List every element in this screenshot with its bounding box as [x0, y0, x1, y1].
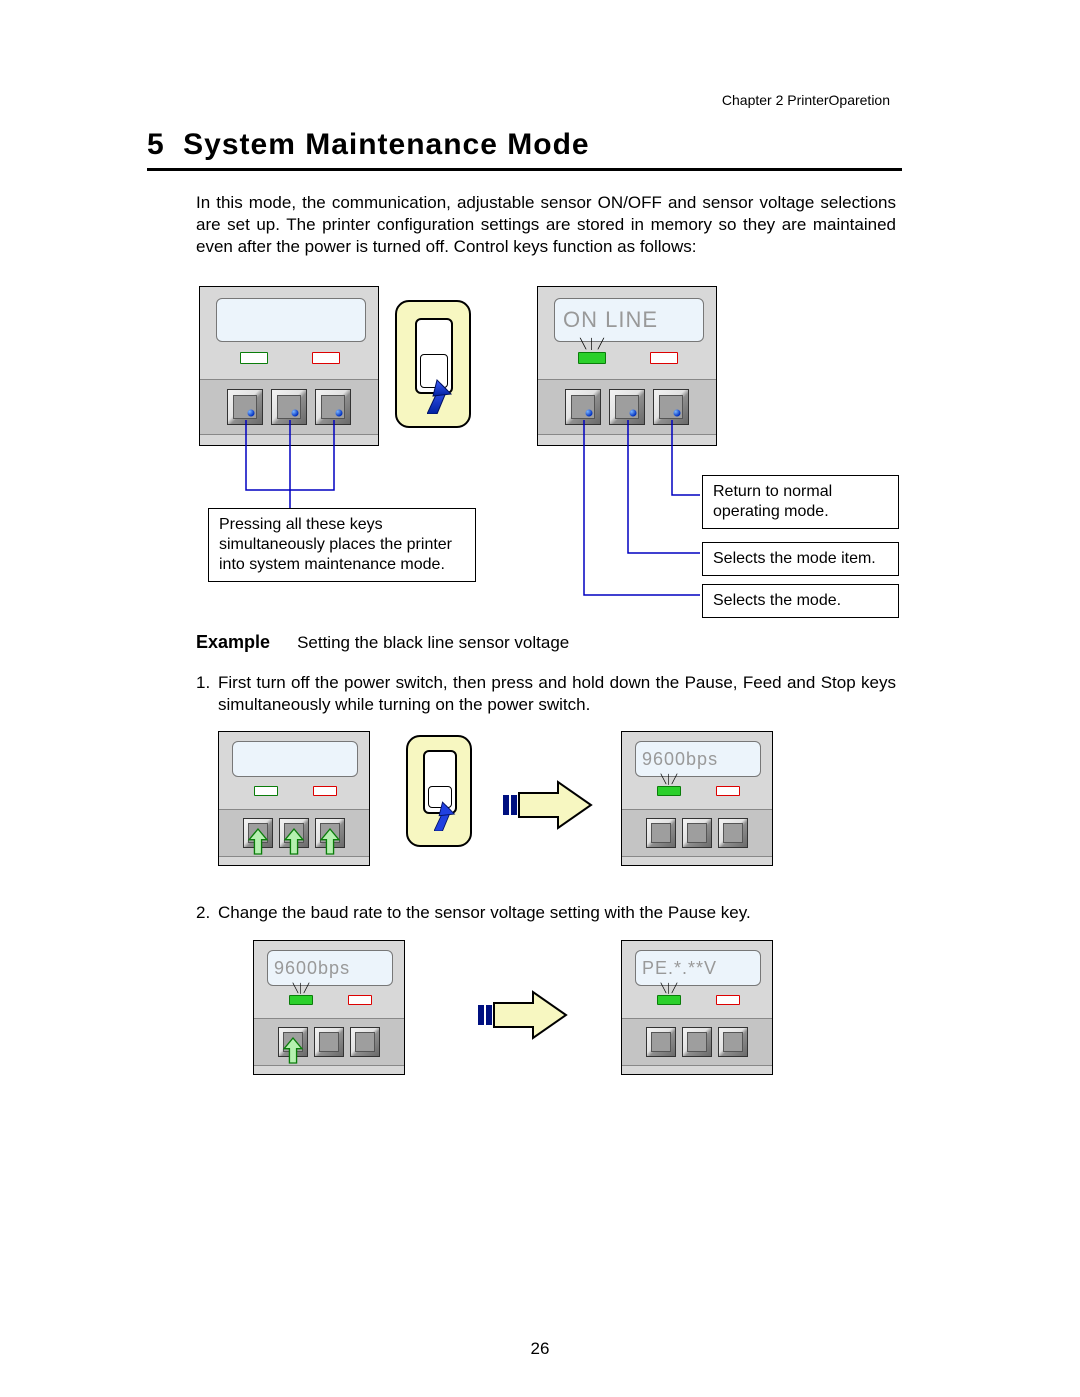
- right-arrow-icon: [503, 780, 593, 830]
- button-bar: [219, 809, 369, 857]
- page-number: 26: [0, 1339, 1080, 1359]
- callout-right-2: Selects the mode item.: [702, 542, 899, 576]
- led-green: [578, 352, 606, 364]
- pause-button[interactable]: [278, 1027, 308, 1057]
- section-heading-row: 5 System Maintenance Mode: [147, 128, 902, 171]
- led-red: [716, 995, 740, 1005]
- up-arrow-icon: [249, 829, 267, 854]
- panel-step2-right: PE.*.**V ╲│╱: [621, 940, 773, 1075]
- example-row: Example Setting the black line sensor vo…: [196, 632, 569, 653]
- dot-icon: [586, 410, 593, 417]
- intro-paragraph: In this mode, the communication, adjusta…: [196, 192, 896, 258]
- step-2: 2. Change the baud rate to the sensor vo…: [196, 902, 896, 924]
- pause-button[interactable]: [646, 818, 676, 848]
- stop-button[interactable]: [315, 818, 345, 848]
- panel-step1-left: [218, 731, 370, 866]
- dot-icon: [292, 410, 299, 417]
- lcd-display: ON LINE: [554, 298, 704, 342]
- dot-icon: [248, 410, 255, 417]
- button-bar: [254, 1018, 404, 1066]
- up-arrow-icon: [284, 1038, 302, 1063]
- button-bar: [622, 809, 772, 857]
- led-red: [313, 786, 337, 796]
- step-1-number: 1.: [196, 672, 218, 694]
- right-arrow-icon: [478, 990, 568, 1040]
- led-green: [254, 786, 278, 796]
- led-green: [657, 995, 681, 1005]
- step-2-text: Change the baud rate to the sensor volta…: [218, 902, 896, 924]
- dot-icon: [630, 410, 637, 417]
- pause-button[interactable]: [243, 818, 273, 848]
- stop-button[interactable]: [350, 1027, 380, 1057]
- section-title: System Maintenance Mode: [183, 128, 589, 161]
- step-1-text: First turn off the power switch, then pr…: [218, 672, 896, 716]
- led-red: [650, 352, 678, 364]
- callout-right-1: Return to normal operating mode.: [702, 475, 899, 529]
- step-2-number: 2.: [196, 902, 218, 924]
- cursor-arrow-icon: [427, 374, 467, 414]
- pause-button[interactable]: [646, 1027, 676, 1057]
- up-arrow-icon: [321, 829, 339, 854]
- led-red: [716, 786, 740, 796]
- panel-step1-right: 9600bps ╲│╱: [621, 731, 773, 866]
- up-arrow-icon: [285, 829, 303, 854]
- cursor-arrow-icon: [434, 797, 468, 831]
- callout-right-3: Selects the mode.: [702, 584, 899, 618]
- example-label: Example: [196, 632, 270, 652]
- lcd-display: PE.*.**V: [635, 950, 761, 986]
- callout-left: Pressing all these keys simultaneously p…: [208, 508, 476, 582]
- led-green: [657, 786, 681, 796]
- dot-icon: [336, 410, 343, 417]
- dot-icon: [674, 410, 681, 417]
- feed-button[interactable]: [314, 1027, 344, 1057]
- panel-step2-left: 9600bps ╲│╱: [253, 940, 405, 1075]
- lcd-display: 9600bps: [267, 950, 393, 986]
- power-switch-card: [406, 735, 472, 847]
- feed-button[interactable]: [682, 818, 712, 848]
- page: Chapter 2 PrinterOparetion 5 System Main…: [0, 0, 1080, 1397]
- step-1: 1. First turn off the power switch, then…: [196, 672, 896, 716]
- led-green: [289, 995, 313, 1005]
- led-red: [348, 995, 372, 1005]
- feed-button[interactable]: [682, 1027, 712, 1057]
- stop-button[interactable]: [718, 1027, 748, 1057]
- button-bar: [622, 1018, 772, 1066]
- power-switch-card: [395, 300, 471, 428]
- lcd-display: [232, 741, 358, 777]
- feed-button[interactable]: [279, 818, 309, 848]
- lcd-display: [216, 298, 366, 342]
- led-green: [240, 352, 268, 364]
- lcd-display: 9600bps: [635, 741, 761, 777]
- section-number: 5: [147, 128, 165, 161]
- chapter-header: Chapter 2 PrinterOparetion: [722, 92, 890, 108]
- example-desc: Setting the black line sensor voltage: [297, 633, 569, 652]
- led-red: [312, 352, 340, 364]
- stop-button[interactable]: [718, 818, 748, 848]
